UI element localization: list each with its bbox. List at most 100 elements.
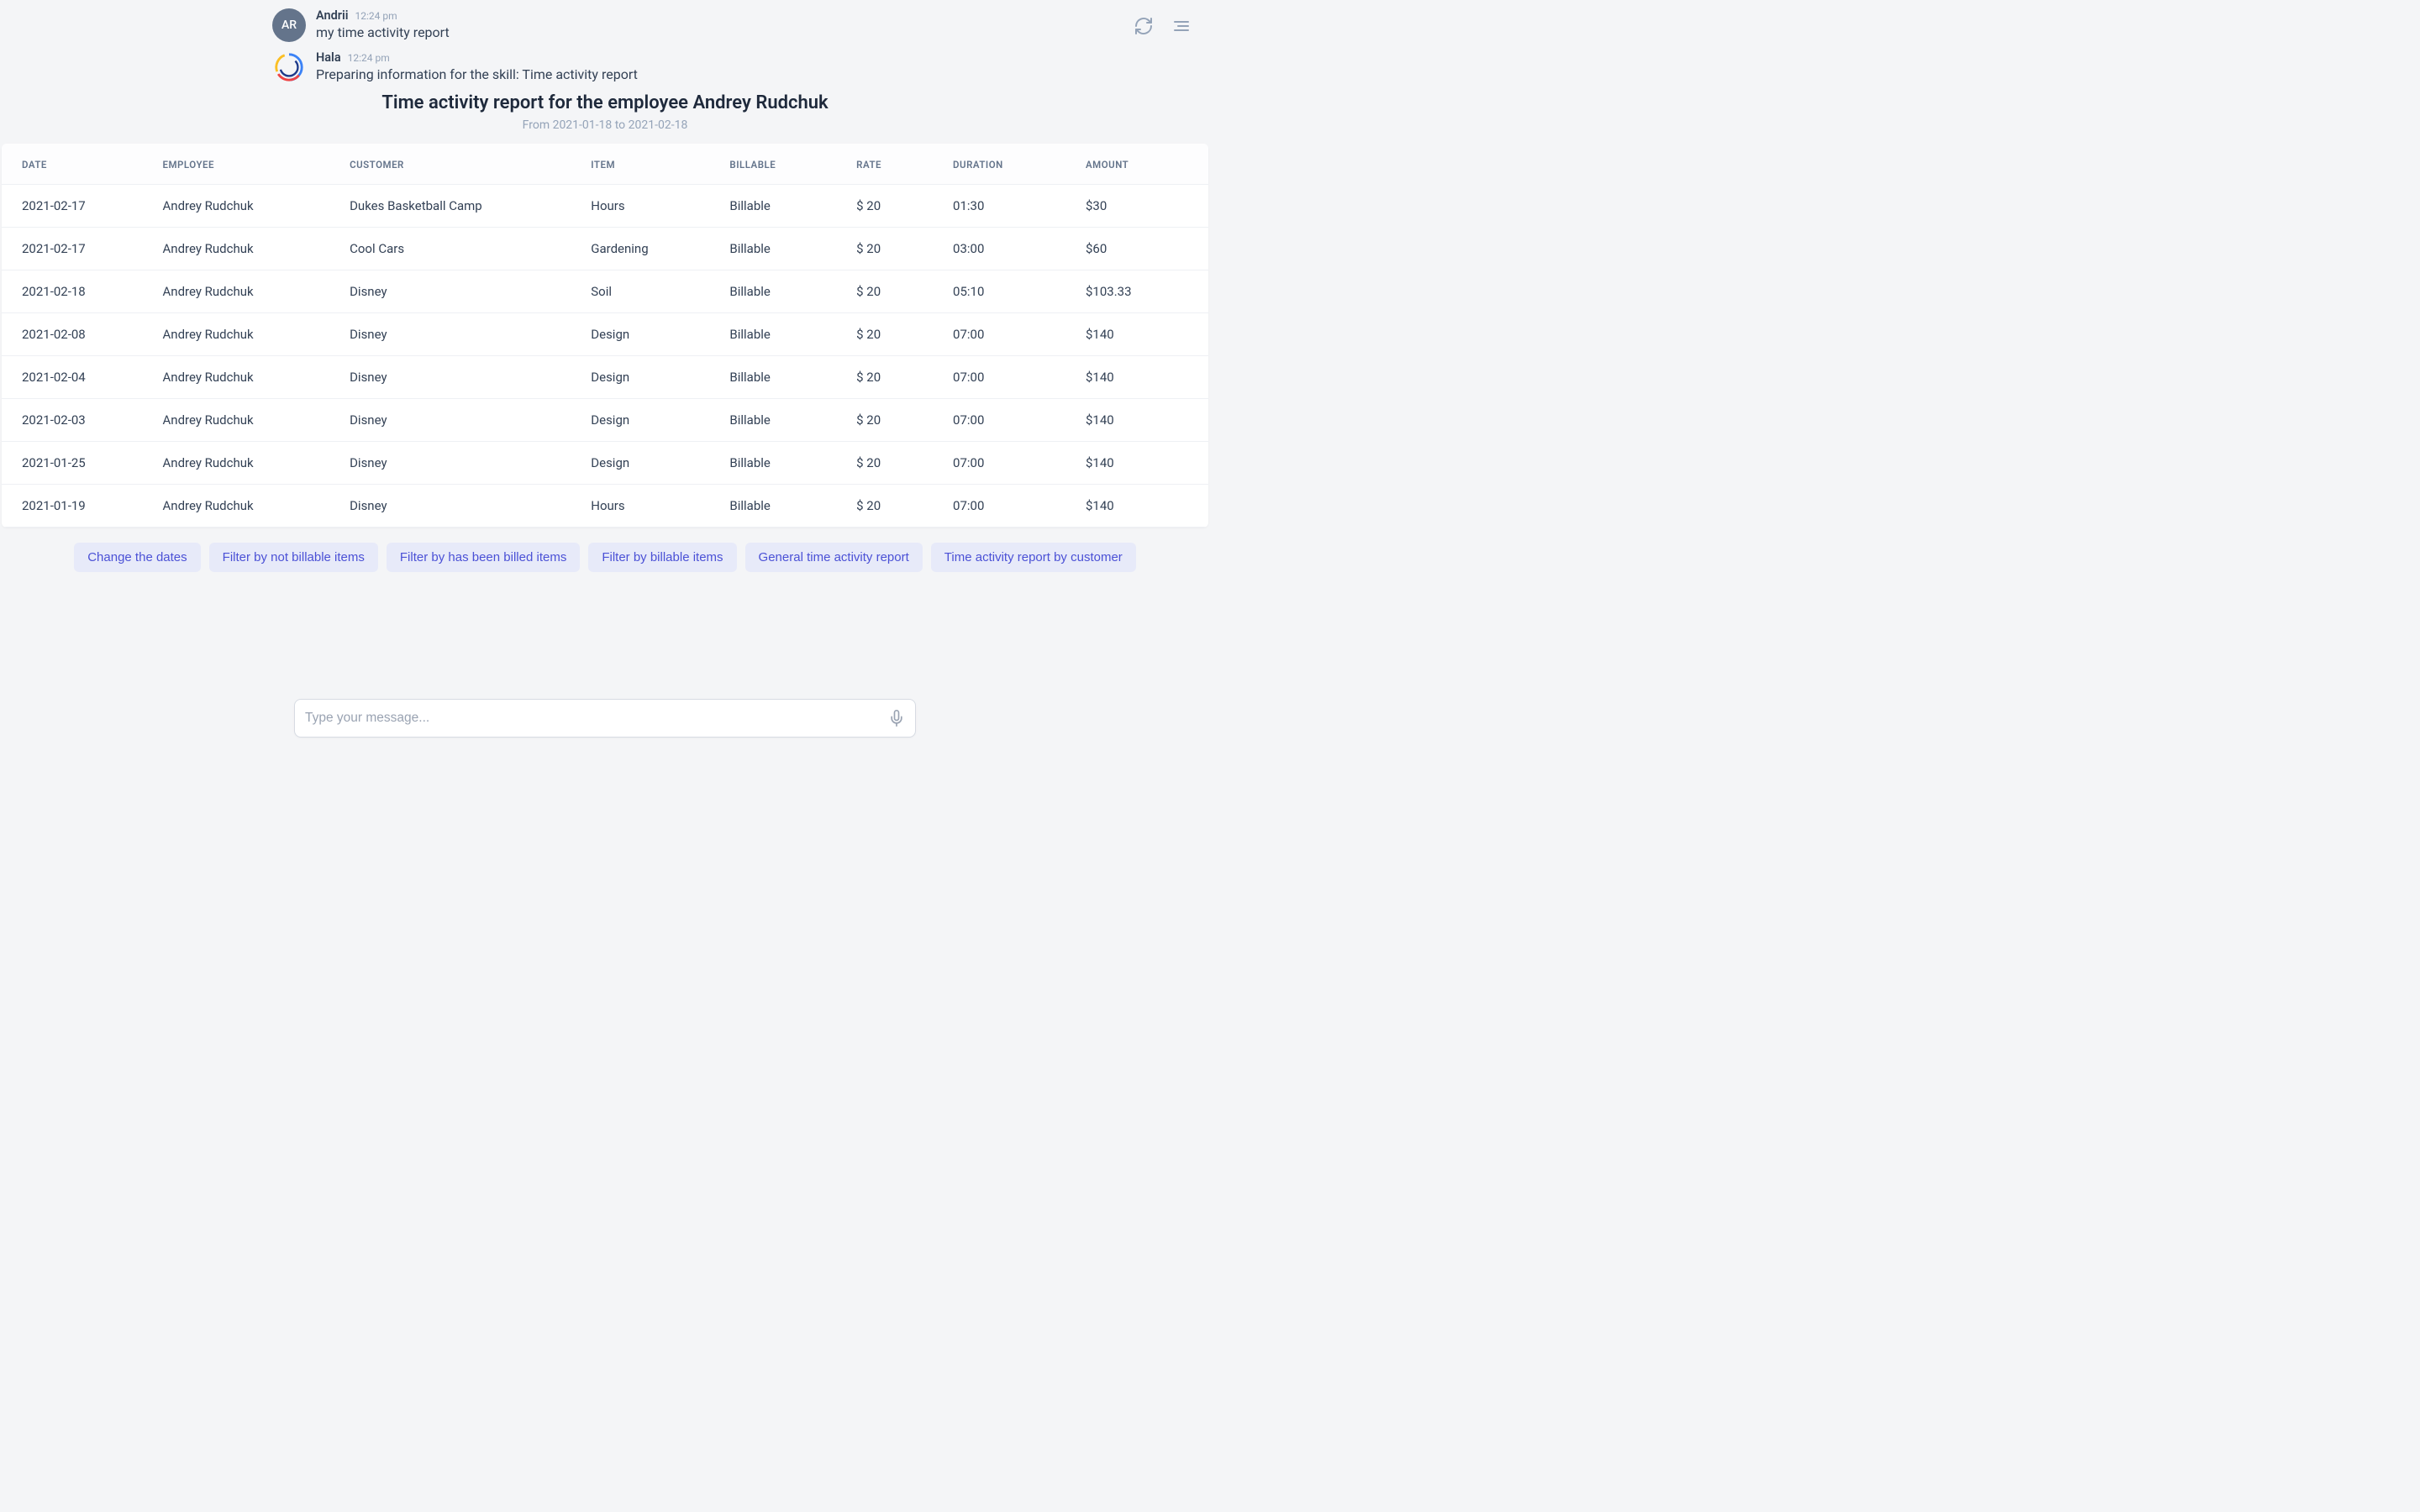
cell-rate: $ 20: [846, 485, 943, 528]
cell-amount: $140: [1076, 399, 1208, 442]
table-row: 2021-02-17Andrey RudchukDukes Basketball…: [2, 185, 1208, 228]
cell-billable: Billable: [719, 356, 846, 399]
cell-rate: $ 20: [846, 270, 943, 313]
cell-date: 2021-02-03: [2, 399, 153, 442]
user-message-row: AR Andrii 12:24 pm my time activity repo…: [0, 8, 1210, 42]
cell-rate: $ 20: [846, 185, 943, 228]
col-billable: BILLABLE: [719, 144, 846, 185]
bot-timestamp: 12:24 pm: [348, 52, 390, 64]
table-header-row: DATE EMPLOYEE CUSTOMER ITEM BILLABLE RAT…: [2, 144, 1208, 185]
col-duration: DURATION: [943, 144, 1076, 185]
cell-duration: 07:00: [943, 356, 1076, 399]
cell-employee: Andrey Rudchuk: [153, 270, 340, 313]
table-row: 2021-02-17Andrey RudchukCool CarsGardeni…: [2, 228, 1208, 270]
cell-customer: Dukes Basketball Camp: [339, 185, 581, 228]
table-row: 2021-02-04Andrey RudchukDisneyDesignBill…: [2, 356, 1208, 399]
microphone-icon[interactable]: [888, 710, 905, 727]
cell-amount: $30: [1076, 185, 1208, 228]
col-customer: CUSTOMER: [339, 144, 581, 185]
cell-amount: $103.33: [1076, 270, 1208, 313]
table-row: 2021-02-08Andrey RudchukDisneyDesignBill…: [2, 313, 1208, 356]
cell-billable: Billable: [719, 442, 846, 485]
table-row: 2021-02-03Andrey RudchukDisneyDesignBill…: [2, 399, 1208, 442]
cell-billable: Billable: [719, 270, 846, 313]
action-chip-5[interactable]: Time activity report by customer: [931, 543, 1136, 572]
action-chip-4[interactable]: General time activity report: [745, 543, 923, 572]
cell-customer: Disney: [339, 442, 581, 485]
table-row: 2021-01-25Andrey RudchukDisneyDesignBill…: [2, 442, 1208, 485]
cell-rate: $ 20: [846, 399, 943, 442]
user-avatar: AR: [272, 8, 306, 42]
bot-message-text: Preparing information for the skill: Tim…: [316, 66, 638, 82]
cell-date: 2021-01-25: [2, 442, 153, 485]
cell-employee: Andrey Rudchuk: [153, 442, 340, 485]
col-employee: EMPLOYEE: [153, 144, 340, 185]
refresh-icon[interactable]: [1133, 15, 1155, 37]
cell-rate: $ 20: [846, 228, 943, 270]
cell-employee: Andrey Rudchuk: [153, 313, 340, 356]
cell-date: 2021-02-17: [2, 185, 153, 228]
cell-duration: 07:00: [943, 313, 1076, 356]
cell-date: 2021-02-04: [2, 356, 153, 399]
action-chip-3[interactable]: Filter by billable items: [588, 543, 736, 572]
cell-rate: $ 20: [846, 356, 943, 399]
cell-billable: Billable: [719, 399, 846, 442]
col-amount: AMOUNT: [1076, 144, 1208, 185]
cell-date: 2021-02-18: [2, 270, 153, 313]
action-chip-0[interactable]: Change the dates: [74, 543, 200, 572]
report-table: DATE EMPLOYEE CUSTOMER ITEM BILLABLE RAT…: [2, 144, 1208, 528]
menu-icon[interactable]: [1170, 15, 1192, 37]
cell-employee: Andrey Rudchuk: [153, 185, 340, 228]
action-chips: Change the dates Filter by not billable i…: [0, 543, 1210, 572]
cell-employee: Andrey Rudchuk: [153, 485, 340, 528]
bot-name: Hala: [316, 50, 341, 65]
cell-customer: Disney: [339, 399, 581, 442]
cell-amount: $140: [1076, 442, 1208, 485]
cell-duration: 01:30: [943, 185, 1076, 228]
cell-customer: Disney: [339, 356, 581, 399]
table-row: 2021-02-18Andrey RudchukDisneySoilBillab…: [2, 270, 1208, 313]
cell-amount: $140: [1076, 485, 1208, 528]
cell-billable: Billable: [719, 313, 846, 356]
col-date: DATE: [2, 144, 153, 185]
report-title: Time activity report for the employee An…: [0, 92, 1210, 113]
cell-date: 2021-01-19: [2, 485, 153, 528]
bot-message-row: Hala 12:24 pm Preparing information for …: [0, 50, 1210, 84]
cell-item: Design: [581, 399, 719, 442]
cell-billable: Billable: [719, 228, 846, 270]
bot-avatar: [272, 50, 306, 84]
cell-item: Design: [581, 356, 719, 399]
table-row: 2021-01-19Andrey RudchukDisneyHoursBilla…: [2, 485, 1208, 528]
user-timestamp: 12:24 pm: [355, 10, 397, 22]
cell-customer: Disney: [339, 485, 581, 528]
cell-date: 2021-02-17: [2, 228, 153, 270]
cell-item: Design: [581, 442, 719, 485]
cell-item: Hours: [581, 185, 719, 228]
col-rate: RATE: [846, 144, 943, 185]
cell-billable: Billable: [719, 485, 846, 528]
message-input[interactable]: [305, 711, 888, 726]
action-chip-1[interactable]: Filter by not billable items: [209, 543, 378, 572]
cell-billable: Billable: [719, 185, 846, 228]
cell-item: Gardening: [581, 228, 719, 270]
cell-duration: 03:00: [943, 228, 1076, 270]
cell-employee: Andrey Rudchuk: [153, 228, 340, 270]
cell-amount: $60: [1076, 228, 1208, 270]
cell-item: Hours: [581, 485, 719, 528]
cell-amount: $140: [1076, 313, 1208, 356]
user-message-text: my time activity report: [316, 24, 450, 40]
chat-messages: AR Andrii 12:24 pm my time activity repo…: [0, 0, 1210, 572]
cell-employee: Andrey Rudchuk: [153, 399, 340, 442]
cell-customer: Disney: [339, 313, 581, 356]
action-chip-2[interactable]: Filter by has been billed items: [387, 543, 580, 572]
cell-customer: Disney: [339, 270, 581, 313]
cell-duration: 05:10: [943, 270, 1076, 313]
cell-date: 2021-02-08: [2, 313, 153, 356]
cell-amount: $140: [1076, 356, 1208, 399]
cell-duration: 07:00: [943, 442, 1076, 485]
cell-item: Design: [581, 313, 719, 356]
col-item: ITEM: [581, 144, 719, 185]
cell-customer: Cool Cars: [339, 228, 581, 270]
message-input-bar: [294, 699, 916, 738]
cell-duration: 07:00: [943, 485, 1076, 528]
